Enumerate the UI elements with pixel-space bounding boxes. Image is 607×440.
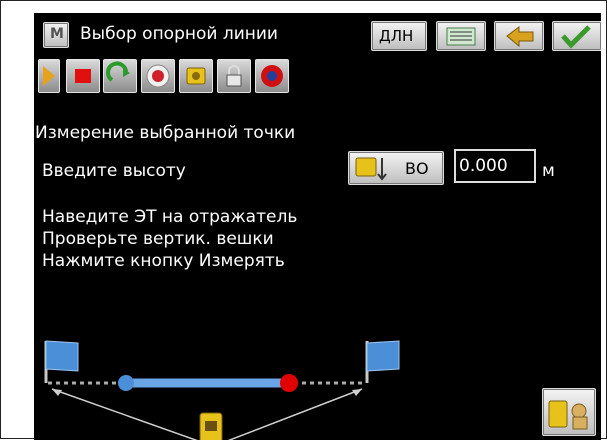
target-height-button-label: ВО [405,159,429,178]
left-flag-icon [44,340,79,383]
prism-button[interactable] [179,59,213,93]
start-point-marker [118,375,134,391]
reference-line-diagram [44,340,400,440]
record-button[interactable] [255,59,289,93]
redo-icon [106,61,130,82]
checkmark-icon [561,25,591,49]
stop-button[interactable] [66,59,100,93]
app-menu-icon: M [50,26,64,42]
mode-button-label: ДЛН [379,27,414,45]
start-button[interactable] [38,59,60,93]
accept-button[interactable] [552,21,601,51]
height-input-value: 0.000 [459,156,508,176]
list-icon [446,27,476,46]
play-icon [43,66,55,86]
lock-button[interactable] [217,59,251,93]
list-button[interactable] [436,21,486,51]
record-icon [261,65,283,87]
measure-button[interactable] [542,388,596,436]
target-height-button[interactable]: ВО [348,151,444,185]
height-input[interactable]: 0.000 [454,149,536,183]
total-station-icon [199,412,223,440]
target-button[interactable] [141,59,175,93]
target-icon [146,64,170,88]
mode-button[interactable]: ДЛН [371,21,427,51]
redo-button[interactable] [103,59,137,93]
app-screen: M Выбор опорной линии ДЛН Измерение выбр… [34,13,601,440]
stop-icon [75,69,91,83]
height-prompt: Введите высоту [42,161,186,181]
back-arrow-icon [506,26,534,48]
page-title: Выбор опорной линии [80,24,278,44]
instruction-line-1: Наведите ЭТ на отражатель [42,207,298,227]
instruction-line-3: Нажмите кнопку Измерять [42,251,285,271]
measure-instrument-icon [548,400,588,430]
lock-icon [226,65,242,87]
section-heading: Измерение выбранной точки [35,123,296,143]
right-flag-icon [365,340,400,383]
height-unit: м [542,161,555,181]
back-button[interactable] [494,21,544,51]
prism-icon [186,67,206,85]
end-point-marker [280,374,298,392]
device-frame: M Выбор опорной линии ДЛН Измерение выбр… [0,0,607,440]
prism-height-icon [355,157,387,181]
app-menu-button[interactable]: M [43,22,69,48]
instruction-line-2: Проверьте вертик. вешки [42,229,274,249]
